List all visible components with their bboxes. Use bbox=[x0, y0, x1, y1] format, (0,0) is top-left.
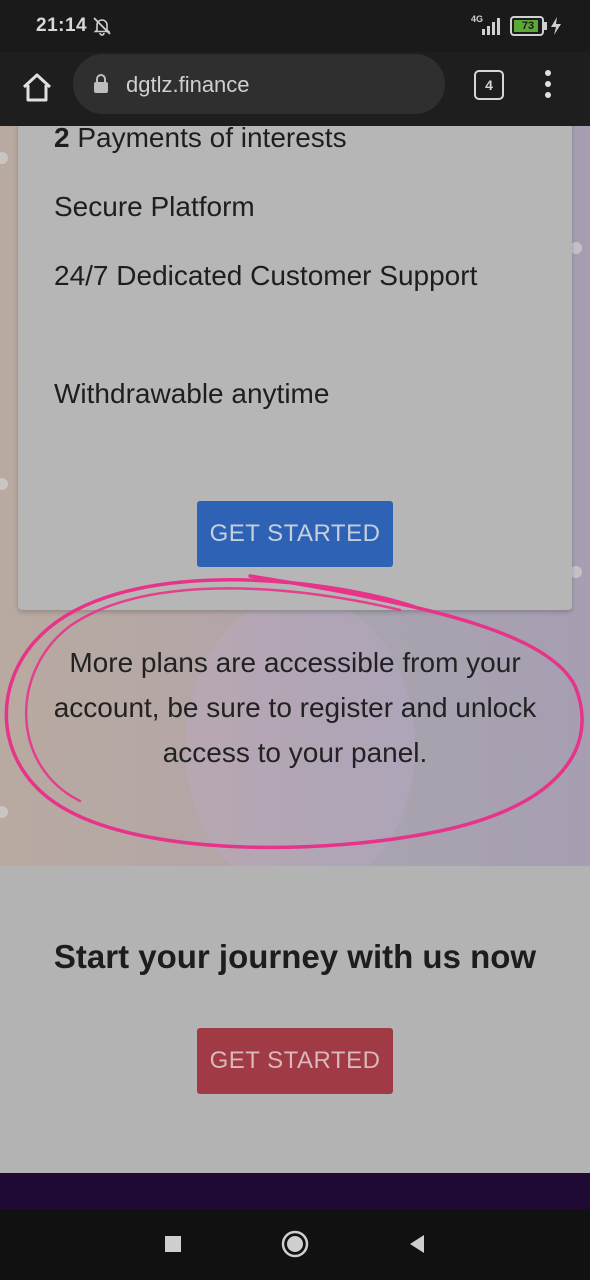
plan-feature-text: Payments of interests bbox=[69, 126, 347, 153]
bell-off-icon bbox=[93, 17, 111, 36]
address-bar[interactable]: dgtlz.finance bbox=[73, 54, 445, 114]
cta-section: Start your journey with us now GET START… bbox=[0, 866, 590, 1173]
decorative-dot bbox=[0, 152, 8, 164]
plan-feature-text: Withdrawable anytime bbox=[54, 378, 330, 409]
charging-bolt-icon bbox=[551, 17, 561, 35]
plan-card: 2 Payments of interests Secure Platform … bbox=[18, 126, 572, 610]
plan-feature: Withdrawable anytime bbox=[54, 378, 329, 410]
status-bar: 21:14 4G 73 bbox=[0, 0, 590, 52]
plan-feature-text: 24/7 Dedicated Customer Support bbox=[54, 260, 478, 291]
plan-feature-text: Secure Platform bbox=[54, 191, 255, 222]
footer-strip bbox=[0, 1173, 590, 1209]
recents-square-icon[interactable] bbox=[158, 1229, 188, 1259]
decorative-dot bbox=[0, 478, 8, 490]
cta-heading: Start your journey with us now bbox=[53, 938, 537, 975]
lock-icon bbox=[94, 74, 108, 93]
decorative-dot bbox=[0, 806, 8, 818]
battery-level: 73 bbox=[521, 20, 535, 32]
plan-get-started-button[interactable]: GET STARTED bbox=[197, 501, 393, 567]
overflow-menu-icon[interactable] bbox=[535, 67, 561, 103]
home-circle-icon[interactable] bbox=[280, 1229, 310, 1259]
web-page: 2 Payments of interests Secure Platform … bbox=[0, 126, 590, 1209]
plan-feature: Secure Platform bbox=[54, 191, 255, 223]
plan-feature: 24/7 Dedicated Customer Support bbox=[54, 260, 477, 292]
cta-get-started-button[interactable]: GET STARTED bbox=[197, 1028, 393, 1094]
plans-notice: More plans are accessible from your acco… bbox=[53, 647, 537, 768]
url-text: dgtlz.finance bbox=[126, 72, 250, 97]
signal-icon bbox=[482, 18, 500, 35]
home-icon[interactable] bbox=[16, 67, 58, 109]
plan-feature: 2 Payments of interests bbox=[54, 126, 347, 154]
status-time: 21:14 bbox=[36, 15, 88, 36]
browser-toolbar: dgtlz.finance 4 bbox=[0, 52, 590, 126]
back-triangle-icon[interactable] bbox=[402, 1229, 432, 1259]
system-nav-bar bbox=[0, 1209, 590, 1280]
plan-feature-strong: 2 bbox=[54, 126, 70, 153]
tabs-icon[interactable]: 4 bbox=[474, 70, 504, 100]
